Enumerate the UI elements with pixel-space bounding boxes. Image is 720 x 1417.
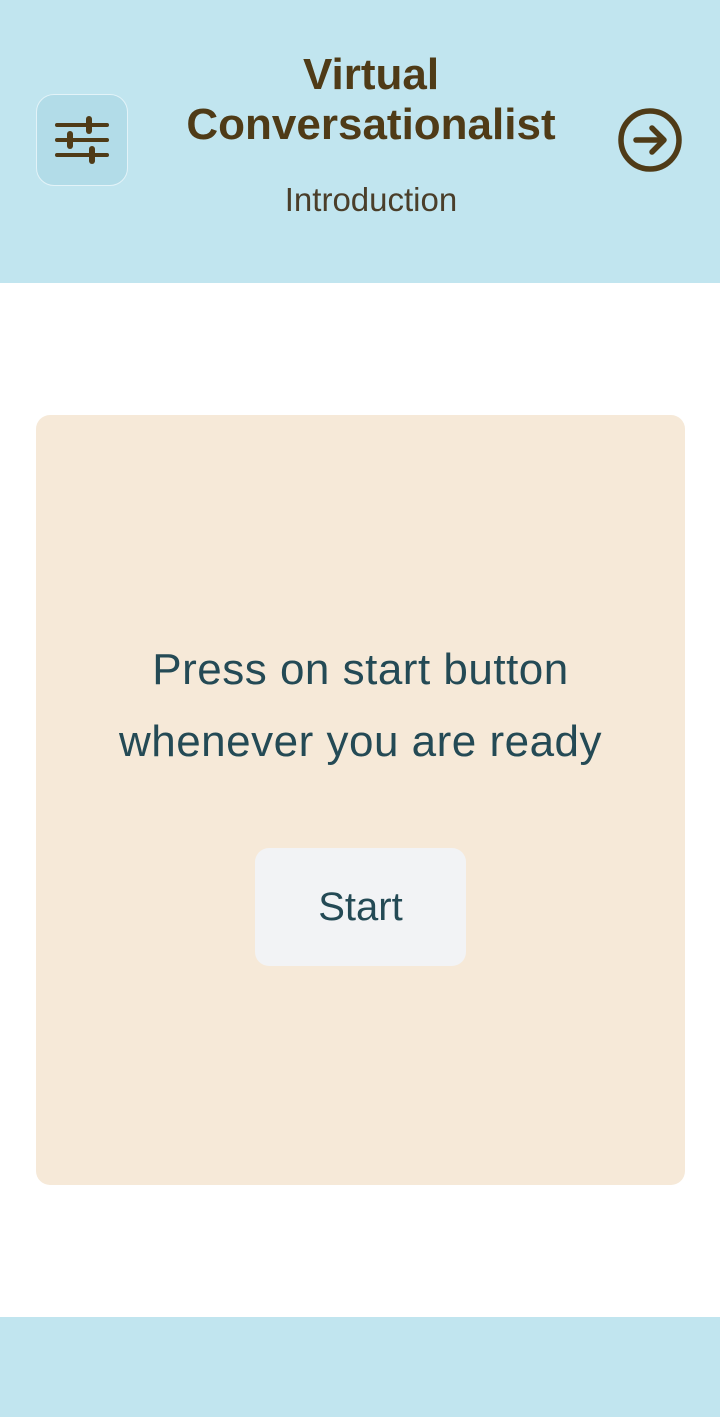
sliders-icon [55, 116, 109, 164]
settings-button[interactable] [36, 94, 128, 186]
bottom-bar [0, 1317, 720, 1417]
start-button[interactable]: Start [255, 848, 466, 966]
title-line-2: Conversationalist [186, 100, 556, 149]
arrow-right-circle-icon [618, 108, 682, 172]
app-header: Virtual Conversationalist Introduction [0, 0, 720, 283]
title-line-1: Virtual [302, 50, 440, 99]
intro-card [36, 415, 685, 1185]
prompt-line-2: whenever you are ready [118, 717, 603, 766]
prompt-line-1: Press on start button [152, 645, 569, 694]
page-title: Virtual Conversationalist [140, 50, 602, 150]
ready-prompt: Press on start button whenever you are r… [36, 634, 685, 778]
page-subtitle: Introduction [284, 181, 458, 218]
next-button[interactable] [614, 104, 686, 176]
